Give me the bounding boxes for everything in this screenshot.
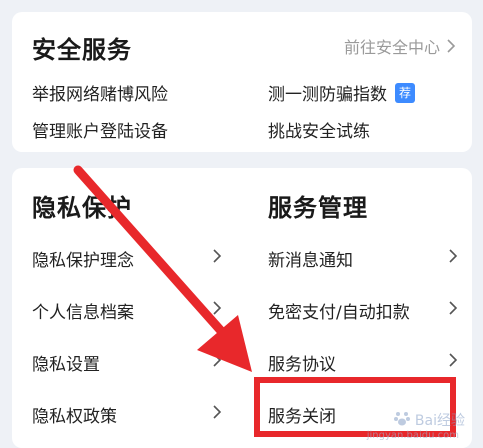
chevron-right-icon	[210, 246, 224, 266]
chevron-right-icon	[444, 36, 458, 56]
new-message-notification-label: 新消息通知	[268, 251, 353, 271]
privacy-policy-item[interactable]: 隐私权政策	[32, 402, 117, 427]
privacy-protection-title: 隐私保护	[32, 194, 132, 222]
new-message-notification-item[interactable]: 新消息通知	[268, 246, 353, 271]
privacy-policy-label: 隐私权政策	[32, 407, 117, 427]
go-to-security-center-link[interactable]: 前往安全中心	[344, 34, 458, 58]
paw-icon	[393, 409, 411, 431]
privacy-philosophy-item[interactable]: 隐私保护理念	[32, 246, 134, 271]
fraud-index-test-label: 测一测防骗指数	[268, 85, 387, 105]
report-gambling-risk-item[interactable]: 举报网络赌博风险	[32, 80, 168, 105]
security-services-card: 安全服务 前往安全中心 举报网络赌博风险 测一测防骗指数 荐 管理账户登陆设备 …	[12, 12, 472, 152]
recommend-badge: 荐	[395, 82, 415, 103]
manage-login-devices-item[interactable]: 管理账户登陆设备	[32, 117, 168, 142]
security-center-link-label: 前往安全中心	[343, 38, 440, 57]
chevron-right-icon	[210, 350, 224, 370]
watermark-brand: Bai经验	[414, 413, 465, 429]
report-gambling-risk-label: 举报网络赌博风险	[32, 85, 168, 105]
manage-login-devices-label: 管理账户登陆设备	[32, 122, 168, 142]
chevron-right-icon	[446, 246, 460, 266]
chevron-right-icon	[210, 402, 224, 422]
security-challenge-item[interactable]: 挑战安全试练	[268, 117, 370, 142]
privacy-settings-label: 隐私设置	[32, 355, 100, 375]
password-free-payment-item[interactable]: 免密支付/自动扣款	[268, 298, 410, 323]
privacy-settings-item[interactable]: 隐私设置	[32, 350, 100, 375]
privacy-philosophy-label: 隐私保护理念	[32, 251, 134, 271]
personal-info-archive-item[interactable]: 个人信息档案	[32, 298, 134, 323]
chevron-right-icon	[210, 298, 224, 318]
password-free-payment-label: 免密支付/自动扣款	[268, 303, 410, 323]
personal-info-archive-label: 个人信息档案	[32, 303, 134, 323]
security-services-title: 安全服务	[32, 36, 132, 64]
service-agreement-label: 服务协议	[268, 355, 336, 375]
fraud-index-test-item[interactable]: 测一测防骗指数 荐	[268, 80, 415, 105]
chevron-right-icon	[446, 298, 460, 318]
watermark-url: jingyan.baidu.com	[366, 430, 459, 441]
baidu-jingyan-watermark: Bai经验	[393, 409, 465, 431]
chevron-right-icon	[446, 350, 460, 370]
security-challenge-label: 挑战安全试练	[268, 122, 370, 142]
service-agreement-item[interactable]: 服务协议	[268, 350, 336, 375]
service-management-title: 服务管理	[268, 194, 368, 222]
